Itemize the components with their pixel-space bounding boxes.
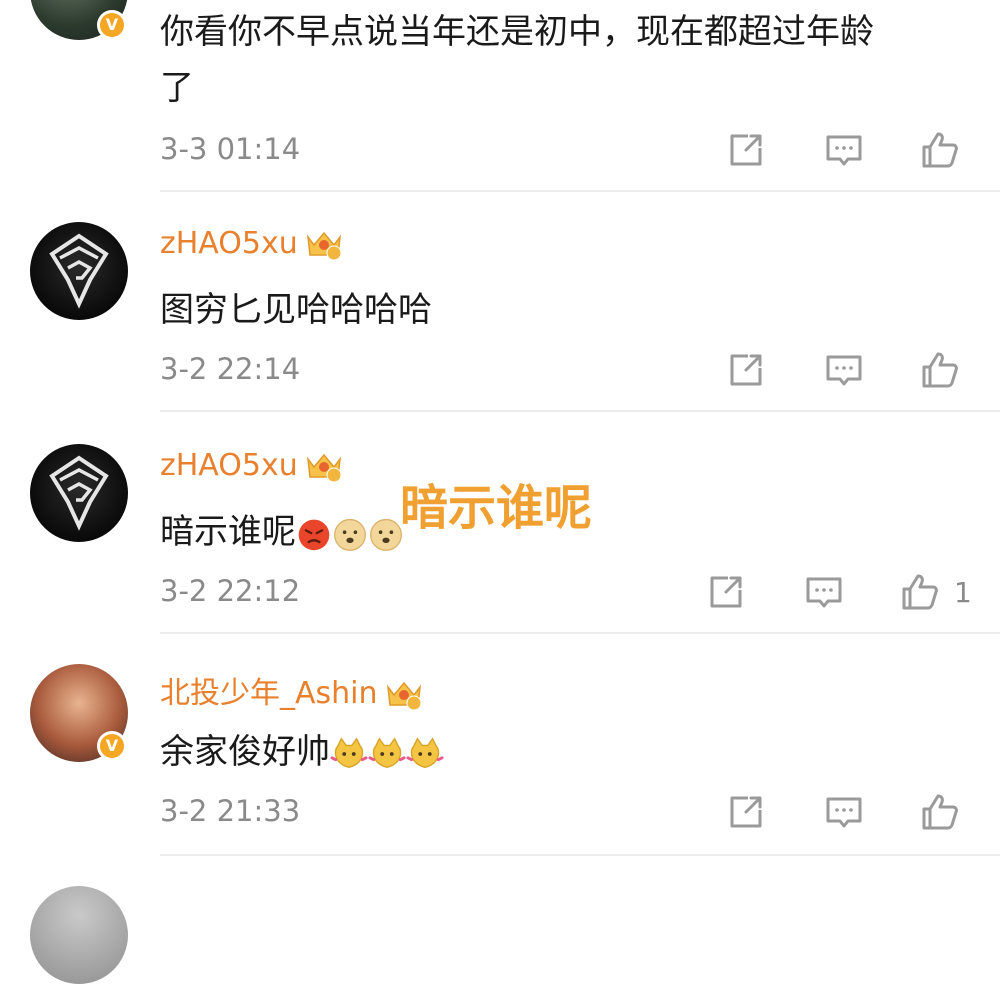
comment-text-continued: 了 xyxy=(160,68,194,108)
doge-emoji-icon xyxy=(332,516,368,552)
angry-emoji-icon xyxy=(296,516,332,552)
doge-emoji-icon xyxy=(368,516,404,552)
verified-icon: V xyxy=(97,10,127,40)
comment-text: 图穷匕见哈哈哈哈 xyxy=(160,290,432,330)
divider xyxy=(160,410,1000,412)
username-label: 北投少年_Ashin xyxy=(160,676,378,711)
thumbs-up-icon[interactable] xyxy=(918,790,962,834)
crown-icon xyxy=(304,227,344,263)
divider xyxy=(160,854,1000,856)
comment-icon[interactable] xyxy=(822,790,866,834)
like-count: 1 xyxy=(954,576,972,609)
divider xyxy=(160,190,1000,192)
dmg-logo-icon xyxy=(30,222,128,320)
comment-icon[interactable] xyxy=(822,128,866,172)
overlay-caption: 暗示谁呢 xyxy=(400,480,593,536)
avatar[interactable] xyxy=(30,222,128,320)
comment-timestamp: 3-2 21:33 xyxy=(160,794,301,828)
cat-emoji-icon xyxy=(330,735,368,773)
dmg-logo-icon xyxy=(30,444,128,542)
avatar[interactable] xyxy=(30,886,128,984)
crown-icon xyxy=(304,449,344,485)
comment-text-body: 余家俊好帅 xyxy=(160,732,330,772)
comment-icon[interactable] xyxy=(802,570,846,614)
cat-emoji-icon xyxy=(368,735,406,773)
comment-text: 你看你不早点说当年还是初中，现在都超过年龄 xyxy=(160,12,874,52)
verified-icon: V xyxy=(97,731,127,761)
thumbs-up-icon[interactable] xyxy=(898,570,942,614)
comment-username[interactable]: 北投少年_Ashin xyxy=(160,668,424,713)
comment-username[interactable]: zHAO5xu xyxy=(160,226,344,263)
share-icon[interactable] xyxy=(724,348,768,392)
comment-text-body: 暗示谁呢 xyxy=(160,512,296,552)
comment-icon[interactable] xyxy=(822,348,866,392)
share-icon[interactable] xyxy=(724,128,768,172)
share-icon[interactable] xyxy=(704,570,748,614)
avatar[interactable] xyxy=(30,444,128,542)
crown-icon xyxy=(384,677,424,713)
thumbs-up-icon[interactable] xyxy=(918,128,962,172)
share-icon[interactable] xyxy=(724,790,768,834)
username-label: zHAO5xu xyxy=(160,226,298,261)
comment-timestamp: 3-2 22:12 xyxy=(160,574,301,608)
comment-username[interactable]: zHAO5xu xyxy=(160,448,344,485)
divider xyxy=(160,632,1000,634)
cat-emoji-icon xyxy=(406,735,444,773)
comment-text: 暗示谁呢 xyxy=(160,504,404,553)
comment-timestamp: 3-3 01:14 xyxy=(160,132,301,166)
thumbs-up-icon[interactable] xyxy=(918,348,962,392)
comment-timestamp: 3-2 22:14 xyxy=(160,352,301,386)
comment-text: 余家俊好帅 xyxy=(160,724,444,773)
username-label: zHAO5xu xyxy=(160,448,298,483)
